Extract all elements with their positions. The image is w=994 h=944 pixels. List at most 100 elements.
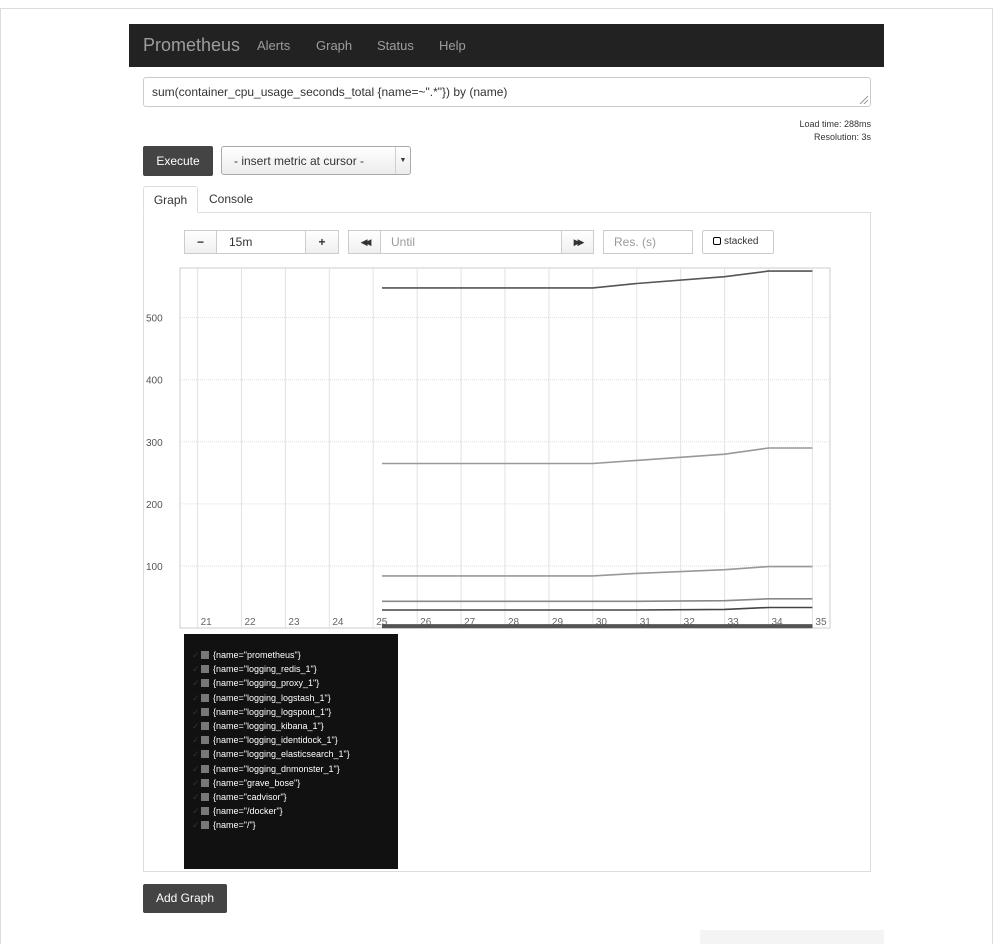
tab-bar: Graph Console xyxy=(143,186,871,213)
stacked-toggle[interactable]: stacked xyxy=(702,230,774,254)
y-tick-label: 100 xyxy=(146,562,163,573)
legend-label: {name="logging_logstash_1"} xyxy=(213,692,331,703)
check-icon: ✓ xyxy=(192,777,200,788)
legend-item[interactable]: ✓ {name="logging_logspout_1"} xyxy=(184,705,398,719)
fast-forward-icon[interactable]: ▶▶ xyxy=(561,230,594,254)
insert-metric-select-value: - insert metric at cursor - xyxy=(234,154,365,168)
chart-grid xyxy=(179,267,831,629)
stacked-label: stacked xyxy=(724,236,759,247)
legend-item[interactable]: ✓ {name="cadvisor"} xyxy=(184,790,398,804)
legend-item[interactable]: ✓ {name="logging_redis_1"} xyxy=(184,662,398,676)
legend-swatch xyxy=(201,679,209,688)
nav-link-graph[interactable]: Graph xyxy=(316,38,352,53)
check-icon: ✓ xyxy=(192,678,200,689)
legend-swatch xyxy=(201,693,209,702)
range-input[interactable]: 15m xyxy=(216,230,306,254)
execute-button[interactable]: Execute xyxy=(143,146,213,176)
graph-chart[interactable]: 100200300400500 21 22 23 24 25 26 27 28 29 30 31 32… xyxy=(143,262,871,634)
check-icon: ✓ xyxy=(192,650,200,660)
legend-item[interactable]: ✓ {name="/docker"} xyxy=(184,804,398,818)
series-line xyxy=(382,447,813,465)
legend-label: {name="logging_logspout_1"} xyxy=(213,706,332,717)
rewind-icon[interactable]: ◀◀ xyxy=(348,230,381,254)
insert-metric-select[interactable]: - insert metric at cursor - ▼ xyxy=(221,146,411,175)
check-icon: ✓ xyxy=(192,692,200,703)
nav-link-help[interactable]: Help xyxy=(439,38,466,53)
x-tick-label: 21 xyxy=(201,617,213,628)
nav-link-status[interactable]: Status xyxy=(377,38,414,53)
add-graph-button[interactable]: Add Graph xyxy=(143,884,227,913)
expression-text: sum(container_cpu_usage_seconds_total {n… xyxy=(152,85,508,99)
series-line xyxy=(382,270,813,289)
legend-label: {name="grave_bose"} xyxy=(213,777,301,788)
nav-link-alerts[interactable]: Alerts xyxy=(257,38,290,53)
legend-swatch xyxy=(201,764,209,773)
resolution: Resolution: 3s xyxy=(813,132,871,142)
range-decrease-button[interactable]: − xyxy=(184,230,217,254)
legend-label: {name="prometheus"} xyxy=(213,650,301,660)
resize-grip-icon[interactable] xyxy=(859,95,868,104)
navbar: Prometheus Alerts Graph Status Help xyxy=(129,24,884,67)
legend-item[interactable]: ✓ {name="logging_dnmonster_1"} xyxy=(184,762,398,776)
legend-swatch xyxy=(201,778,209,787)
tab-console[interactable]: Console xyxy=(209,186,253,213)
legend-item[interactable]: ✓ {name="logging_kibana_1"} xyxy=(184,719,398,733)
check-icon: ✓ xyxy=(192,735,200,746)
legend-label: {name="logging_proxy_1"} xyxy=(213,678,320,689)
check-icon: ✓ xyxy=(192,791,200,802)
y-tick-label: 300 xyxy=(146,438,163,449)
y-tick-label: 500 xyxy=(146,314,163,325)
legend-swatch xyxy=(201,721,209,730)
page-bottom-fade xyxy=(700,930,884,944)
legend-label: {name="logging_kibana_1"} xyxy=(213,720,324,731)
resolution-input[interactable]: Res. (s) xyxy=(603,230,693,254)
legend-label: {name="/"} xyxy=(213,820,256,831)
x-tick-label: 23 xyxy=(288,617,300,628)
legend-item[interactable]: ✓ {name="logging_proxy_1"} xyxy=(184,676,398,690)
check-icon: ✓ xyxy=(192,664,200,675)
legend-swatch xyxy=(201,750,209,759)
legend-swatch xyxy=(201,736,209,745)
legend-label: {name="cadvisor"} xyxy=(213,791,287,802)
legend: ✓ {name="prometheus"} ✓ {name="logging_redi… xyxy=(184,634,398,869)
expression-input[interactable]: sum(container_cpu_usage_seconds_total {n… xyxy=(143,77,871,107)
check-icon: ✓ xyxy=(192,706,200,717)
x-tick-label: 24 xyxy=(332,617,344,628)
legend-label: {name="/docker"} xyxy=(213,806,283,817)
check-icon: ✓ xyxy=(192,720,200,731)
legend-swatch xyxy=(201,707,209,716)
legend-item[interactable]: ✓ {name="grave_bose"} xyxy=(184,776,398,790)
legend-label: {name="logging_redis_1"} xyxy=(213,664,317,675)
legend-swatch xyxy=(201,821,209,830)
load-time: Load time: 288ms xyxy=(799,119,871,129)
series-line xyxy=(382,606,813,611)
series-line xyxy=(382,598,813,603)
x-tick-label: 35 xyxy=(815,617,827,628)
y-axis: 100 200 300 400 500 xyxy=(146,314,163,573)
check-icon: ✓ xyxy=(192,763,200,774)
brand-link[interactable]: Prometheus xyxy=(143,35,240,56)
series-line xyxy=(382,565,813,577)
check-icon: ✓ xyxy=(192,749,200,760)
legend-label: {name="logging_elasticsearch_1"} xyxy=(213,749,350,760)
until-input[interactable]: Until xyxy=(380,230,562,254)
load-info: Load time: 288ms Resolution: 3s xyxy=(799,118,871,144)
legend-item[interactable]: ✓ {name="prometheus"} xyxy=(184,648,398,662)
chevron-down-icon: ▼ xyxy=(395,147,410,174)
legend-item[interactable]: ✓ {name="/"} xyxy=(184,818,398,832)
legend-label: {name="logging_dnmonster_1"} xyxy=(213,763,340,774)
legend-item[interactable]: ✓ {name="logging_logstash_1"} xyxy=(184,691,398,705)
y-tick-label: 200 xyxy=(146,500,163,511)
legend-label: {name="logging_identidock_1"} xyxy=(213,735,338,746)
legend-item[interactable]: ✓ {name="logging_elasticsearch_1"} xyxy=(184,747,398,761)
tab-graph[interactable]: Graph xyxy=(143,186,198,213)
legend-item[interactable]: ✓ {name="logging_identidock_1"} xyxy=(184,733,398,747)
checkbox-icon xyxy=(713,237,721,245)
legend-swatch xyxy=(201,665,209,674)
y-tick-label: 400 xyxy=(146,376,163,387)
legend-swatch xyxy=(201,807,209,816)
chart-series xyxy=(382,270,813,629)
range-increase-button[interactable]: + xyxy=(305,230,339,254)
check-icon: ✓ xyxy=(192,806,200,817)
x-tick-label: 22 xyxy=(244,617,256,628)
